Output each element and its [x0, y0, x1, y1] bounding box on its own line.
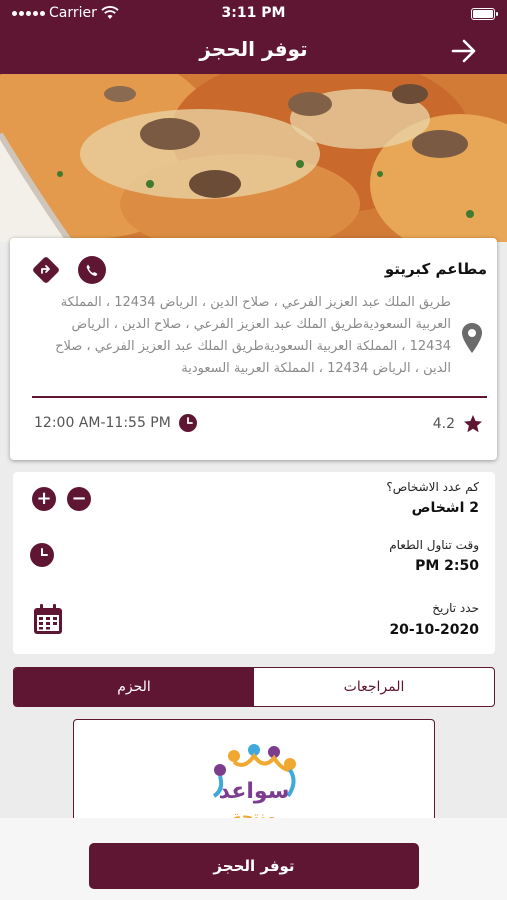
restaurant-card: مطاعم كبريتو طريق الملك عبد العزيز الفرع… [10, 238, 497, 460]
page-title: توفر الحجز [199, 37, 308, 61]
clock-icon[interactable] [30, 543, 54, 567]
battery-icon [471, 8, 498, 20]
directions-icon[interactable] [32, 256, 60, 284]
decrease-guests-button[interactable]: − [67, 487, 91, 511]
rating-value: 4.2 [432, 416, 455, 432]
status-time: 3:11 PM [221, 5, 286, 21]
location-pin-icon [462, 323, 482, 353]
opening-hours: 12:00 AM-11:55 PM [34, 414, 197, 432]
date-label: حدد تاريخ [432, 601, 479, 615]
tab-packages[interactable]: الحزم [14, 668, 254, 706]
phone-icon[interactable] [78, 256, 106, 284]
divider [32, 396, 487, 398]
hours-text: 12:00 AM-11:55 PM [34, 415, 171, 431]
restaurant-name: مطاعم كبريتو [384, 260, 487, 278]
status-bar: Carrier 3:11 PM [0, 0, 507, 28]
date-value[interactable]: 20-10-2020 [389, 622, 479, 638]
clock-icon [178, 414, 197, 432]
star-icon [464, 415, 482, 433]
logo-line1: سواعد [219, 779, 290, 804]
calendar-icon[interactable] [33, 603, 63, 635]
navigation-bar: توفر الحجز [0, 28, 507, 74]
tab-bar: الحزم المراجعات [13, 667, 495, 707]
time-value[interactable]: 2:50 PM [415, 558, 479, 574]
restaurant-address: طريق الملك عبد العزيز الفرعي ، صلاح الدي… [55, 295, 451, 376]
increase-guests-button[interactable]: + [32, 487, 56, 511]
booking-options-card: كم عدد الاشخاص؟ 2 اشخاص + − وقت تناول ال… [13, 472, 495, 654]
guests-value: 2 اشخاص [411, 500, 479, 516]
arrow-right-icon[interactable] [449, 36, 479, 66]
tab-reviews[interactable]: المراجعات [254, 668, 494, 706]
time-label: وقت تناول الطعام [389, 538, 479, 552]
guests-label: كم عدد الاشخاص؟ [386, 480, 479, 494]
restaurant-image [0, 74, 507, 242]
rating: 4.2 [433, 414, 483, 434]
book-button[interactable]: توفر الحجز [89, 843, 419, 889]
